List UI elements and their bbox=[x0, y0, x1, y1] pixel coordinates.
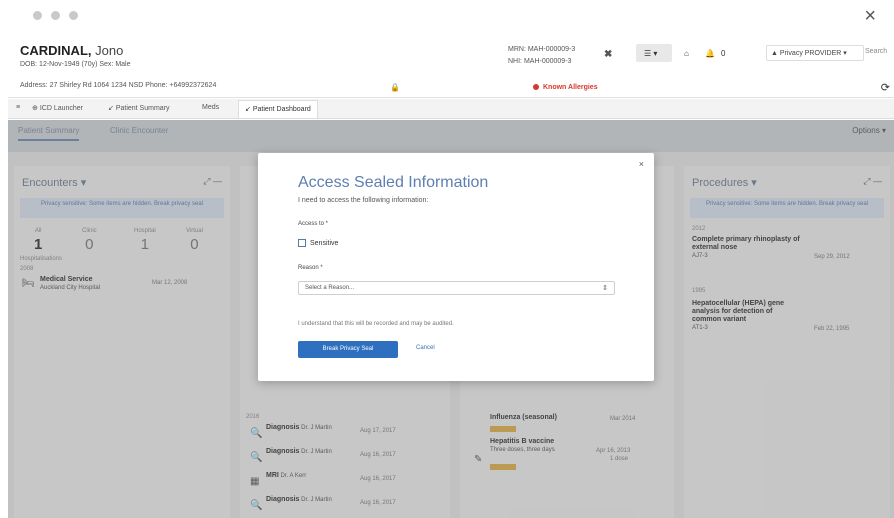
minimize-window-dot[interactable] bbox=[51, 11, 60, 20]
window-controls bbox=[33, 11, 78, 20]
patient-first-name: Jono bbox=[95, 43, 124, 58]
allergies-indicator[interactable]: Known Allergies bbox=[533, 84, 598, 91]
privacy-provider-button[interactable]: ▲ Privacy PROVIDER ▾ bbox=[766, 45, 864, 61]
close-patient-icon[interactable]: ✖ bbox=[604, 49, 612, 60]
menu-icon[interactable]: ≡ bbox=[16, 104, 20, 111]
window-titlebar: × bbox=[0, 0, 894, 36]
refresh-icon[interactable]: ⟳ bbox=[881, 81, 890, 94]
tab-meds[interactable]: Meds bbox=[202, 104, 219, 111]
sensitive-checkbox-row[interactable]: Sensitive bbox=[298, 239, 338, 247]
home-icon[interactable]: ⌂ bbox=[684, 49, 689, 58]
reason-select-value: Select a Reason... bbox=[305, 285, 355, 291]
break-privacy-seal-button[interactable]: Break Privacy Seal bbox=[298, 341, 398, 358]
close-icon[interactable]: × bbox=[639, 159, 644, 169]
dialog-title: Access Sealed Information bbox=[298, 174, 489, 191]
access-to-label: Access to * bbox=[298, 221, 329, 227]
tab-patient-summary[interactable]: ↙ Patient Summary bbox=[108, 104, 170, 112]
patient-name[interactable]: CARDINAL, Jono bbox=[20, 43, 123, 58]
patient-last-name: CARDINAL, bbox=[20, 43, 92, 58]
lock-icon: 🔒 bbox=[390, 83, 400, 92]
access-sealed-dialog: × Access Sealed Information I need to ac… bbox=[258, 153, 654, 381]
notification-count: 0 bbox=[721, 49, 726, 58]
search-input[interactable]: Search bbox=[865, 48, 887, 55]
tab-icd-launcher[interactable]: ⊕ ICD Launcher bbox=[32, 104, 83, 112]
patient-banner: CARDINAL, Jono DOB: 12-Nov-1949 (70y) Se… bbox=[8, 36, 894, 98]
select-caret-icon: ⇕ bbox=[602, 285, 608, 292]
mrn-line-1: MRN: MAH-000009-3 bbox=[508, 46, 576, 53]
close-window-dot[interactable] bbox=[33, 11, 42, 20]
patient-dob-sex: DOB: 12-Nov-1949 (70y) Sex: Male bbox=[20, 61, 131, 68]
close-icon[interactable]: × bbox=[864, 6, 876, 26]
grid-icon[interactable]: ☰ ▾ bbox=[644, 49, 657, 58]
cancel-button[interactable]: Cancel bbox=[416, 345, 435, 351]
dialog-subtitle: I need to access the following informati… bbox=[298, 197, 429, 204]
maximize-window-dot[interactable] bbox=[69, 11, 78, 20]
mrn-line-2: NHI: MAH-000009-3 bbox=[508, 58, 572, 65]
activity-tab-bar: ≡ ⊕ ICD Launcher ↙ Patient Summary Meds … bbox=[8, 99, 894, 119]
tab-patient-dashboard[interactable]: ↙ Patient Dashboard bbox=[238, 100, 318, 118]
sensitive-checkbox-label: Sensitive bbox=[310, 239, 339, 247]
reason-select[interactable]: Select a Reason... ⇕ bbox=[298, 281, 615, 295]
acknowledgement-text: I understand that this will be recorded … bbox=[298, 321, 454, 327]
patient-address-phone: Address: 27 Shirley Rd 1064 1234 NSD Pho… bbox=[20, 82, 217, 89]
reason-label: Reason * bbox=[298, 265, 323, 271]
application: CARDINAL, Jono DOB: 12-Nov-1949 (70y) Se… bbox=[8, 36, 894, 518]
sensitive-checkbox[interactable] bbox=[298, 239, 306, 247]
bell-icon[interactable]: 🔔 bbox=[705, 49, 715, 58]
